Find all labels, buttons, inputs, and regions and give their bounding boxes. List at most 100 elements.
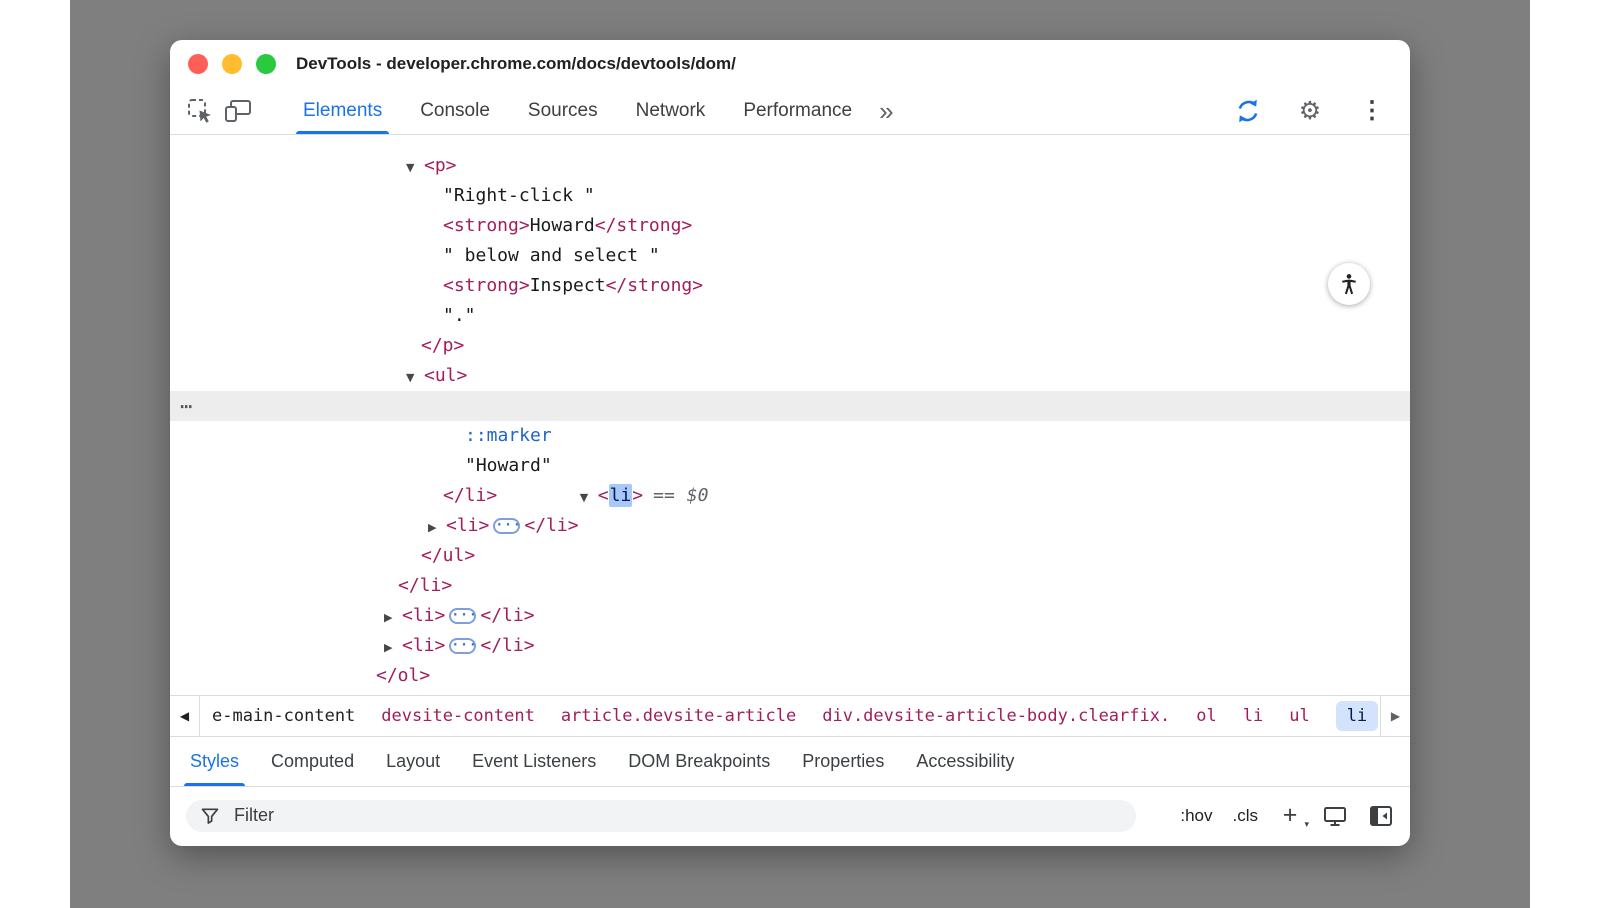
breadcrumb-scroll-right-button[interactable]: ▶ <box>1380 696 1410 736</box>
tree-node-ol-close[interactable]: </ol> <box>170 661 1410 691</box>
inline-expand-pill[interactable]: ··· <box>449 608 476 624</box>
tab-elements[interactable]: Elements <box>284 88 401 134</box>
breadcrumb-scroll-left-button[interactable]: ◀ <box>170 696 200 736</box>
tree-node-p-open[interactable]: ▼<p> <box>170 151 1410 181</box>
tree-node-ul-open[interactable]: ▼<ul> <box>170 361 1410 391</box>
inspect-element-button[interactable] <box>184 95 216 127</box>
tree-node-p-close[interactable]: </p> <box>170 331 1410 361</box>
plus-icon: + <box>1283 801 1298 829</box>
text-token: " below and select " <box>443 245 660 266</box>
tag-token: </p> <box>421 335 464 356</box>
breadcrumb-item[interactable]: ul <box>1289 706 1309 726</box>
screen-icon <box>1322 804 1348 828</box>
tab-label: Event Listeners <box>472 751 596 772</box>
tag-token: </ol> <box>376 665 430 686</box>
dom-tree: ::marker ▼<p> "Right-click " <strong>How… <box>170 135 1410 695</box>
tree-node-clipped[interactable]: ::marker <box>170 135 1410 151</box>
tab-label: Network <box>636 100 706 122</box>
toggle-sidebar-button[interactable] <box>1368 804 1394 828</box>
expander-arrow-icon[interactable]: ▼ <box>580 483 598 513</box>
tag-token: </ul> <box>421 545 475 566</box>
expander-arrow-icon[interactable]: ▼ <box>406 153 424 183</box>
minimize-window-button[interactable] <box>222 54 242 74</box>
rendering-emulations-button[interactable] <box>1322 804 1348 828</box>
panel-tab-bar: Elements Console Sources Network Perform… <box>284 88 871 134</box>
accessibility-button[interactable] <box>1328 263 1370 305</box>
text-token: "." <box>443 305 476 326</box>
tab-performance[interactable]: Performance <box>724 88 871 134</box>
tag-token: </strong> <box>606 275 704 296</box>
tree-node-text[interactable]: "." <box>170 301 1410 331</box>
tab-label: Computed <box>271 751 354 772</box>
tree-node-selected-li[interactable]: ⋯ ▼<li>==$0 <box>170 391 1410 421</box>
tree-node-collapsed-li[interactable]: ▶<li>···</li> <box>170 601 1410 631</box>
screencast-toggle-button[interactable] <box>1232 95 1264 127</box>
selected-tag-name: li <box>609 484 633 507</box>
window-title: DevTools - developer.chrome.com/docs/dev… <box>296 54 736 74</box>
rotate-arrows-icon <box>1234 97 1262 125</box>
tree-node-marker[interactable]: ::marker <box>170 421 1410 451</box>
tag-token: </li> <box>480 635 534 656</box>
tag-token: <li> <box>402 605 445 626</box>
marker-pseudo-element: ::marker <box>465 425 552 446</box>
breadcrumb-item[interactable]: ol <box>1196 706 1216 726</box>
window-controls <box>170 54 276 74</box>
tab-sources[interactable]: Sources <box>509 88 617 134</box>
text-token: "Right-click " <box>443 185 595 206</box>
overflow-dots-icon[interactable]: ⋯ <box>180 391 192 421</box>
more-tabs-button[interactable]: » <box>879 98 893 124</box>
gear-icon: ⚙ <box>1299 99 1321 124</box>
tab-console[interactable]: Console <box>401 88 509 134</box>
tab-label: DOM Breakpoints <box>628 751 770 772</box>
tab-layout[interactable]: Layout <box>370 737 456 786</box>
breadcrumb-item-selected[interactable]: li <box>1336 701 1378 731</box>
more-options-button[interactable]: ⋮ <box>1356 95 1388 127</box>
toggle-element-state-button[interactable]: :hov <box>1180 806 1212 826</box>
tag-token: <strong> <box>443 215 530 236</box>
tab-accessibility[interactable]: Accessibility <box>900 737 1030 786</box>
device-toolbar-button[interactable] <box>222 95 254 127</box>
tree-node-collapsed-li[interactable]: ▶<li>···</li> <box>170 631 1410 661</box>
tab-label: Performance <box>743 100 852 122</box>
breadcrumb-item[interactable]: e-main-content <box>212 706 355 726</box>
inline-expand-pill[interactable]: ··· <box>449 638 476 654</box>
new-style-rule-button[interactable]: + ▾ <box>1278 803 1302 828</box>
tag-token: <p> <box>424 155 457 176</box>
equals-token: == <box>653 485 675 506</box>
expander-arrow-icon[interactable]: ▶ <box>384 633 402 663</box>
tab-label: Layout <box>386 751 440 772</box>
kebab-menu-icon: ⋮ <box>1360 99 1384 123</box>
tab-label: Sources <box>528 100 598 122</box>
expander-arrow-icon[interactable]: ▼ <box>406 363 424 393</box>
tab-event-listeners[interactable]: Event Listeners <box>456 737 612 786</box>
tree-node-li-close[interactable]: </li> <box>170 571 1410 601</box>
tab-properties[interactable]: Properties <box>786 737 900 786</box>
breadcrumb-item[interactable]: article.devsite-article <box>561 706 796 726</box>
tab-dom-breakpoints[interactable]: DOM Breakpoints <box>612 737 786 786</box>
style-filter-input[interactable] <box>232 804 1122 827</box>
tab-network[interactable]: Network <box>617 88 725 134</box>
tag-token: </strong> <box>595 215 693 236</box>
sidebar-panel-icon <box>1368 804 1394 828</box>
breadcrumb-item[interactable]: li <box>1243 706 1263 726</box>
style-filter-field[interactable] <box>186 800 1136 832</box>
maximize-window-button[interactable] <box>256 54 276 74</box>
styles-pane-toolbar: :hov .cls + ▾ <box>170 787 1410 844</box>
tab-styles[interactable]: Styles <box>174 737 255 786</box>
close-window-button[interactable] <box>188 54 208 74</box>
breadcrumb-item[interactable]: div.devsite-article-body.clearfix. <box>822 706 1170 726</box>
element-classes-button[interactable]: .cls <box>1233 806 1259 826</box>
expander-arrow-icon[interactable]: ▶ <box>384 603 402 633</box>
breadcrumb-item[interactable]: devsite-content <box>381 706 535 726</box>
tag-token: <strong> <box>443 275 530 296</box>
settings-button[interactable]: ⚙ <box>1294 95 1326 127</box>
tree-node-ul-close[interactable]: </ul> <box>170 541 1410 571</box>
tag-token: <ul> <box>424 365 467 386</box>
tree-node-text[interactable]: "Right-click " <box>170 181 1410 211</box>
breadcrumb-bar: ◀ e-main-content devsite-content article… <box>170 695 1410 737</box>
tab-computed[interactable]: Computed <box>255 737 370 786</box>
tree-node-strong[interactable]: <strong>Inspect</strong> <box>170 271 1410 301</box>
tree-node-strong[interactable]: <strong>Howard</strong> <box>170 211 1410 241</box>
tab-label: Accessibility <box>916 751 1014 772</box>
tree-node-text[interactable]: " below and select " <box>170 241 1410 271</box>
